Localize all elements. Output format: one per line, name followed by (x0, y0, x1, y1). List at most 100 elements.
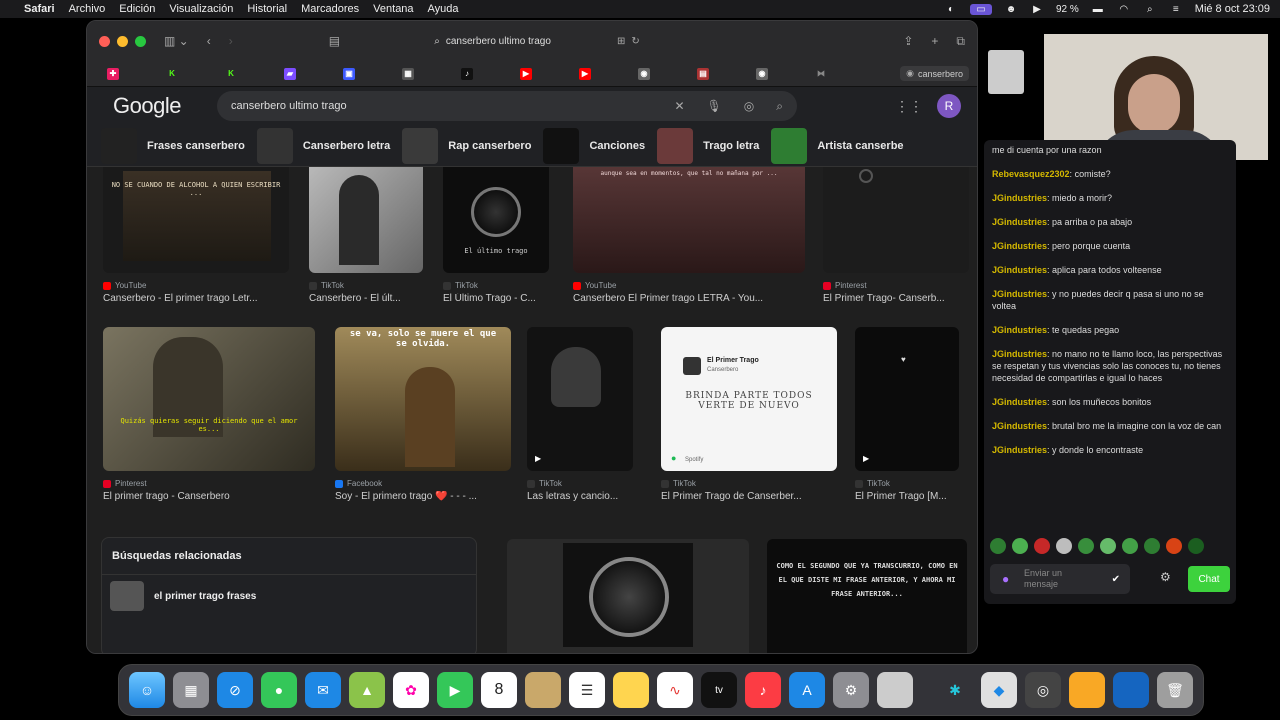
appstore-icon[interactable]: A (789, 672, 825, 708)
chat-input[interactable]: ● Enviar un mensaje ✔ (990, 564, 1130, 594)
chat-send-button[interactable]: Chat (1188, 566, 1230, 592)
roblox-icon[interactable]: ◆ (981, 672, 1017, 708)
safari-icon[interactable]: ⊘ (217, 672, 253, 708)
kick-2-icon[interactable]: K (225, 67, 237, 80)
favorite-5-icon[interactable]: ▣ (343, 67, 355, 80)
photos-icon[interactable]: ✿ (393, 672, 429, 708)
image-result[interactable]: COMO EL SEGUNDO QUE YA TRANSCURRIO, COMO… (767, 539, 967, 653)
notes-yellow-icon[interactable] (613, 672, 649, 708)
image-result[interactable]: TikTok Canserbero - El últ... (309, 167, 423, 304)
obs-status-icon[interactable]: ◐ (944, 4, 958, 15)
back-icon[interactable]: ‹ (207, 34, 211, 48)
chat-username[interactable]: JGindustries (992, 421, 1047, 431)
discord-status-icon[interactable]: ☻ (1004, 4, 1018, 15)
play-status-icon[interactable]: ▶ (1030, 4, 1044, 15)
control-center-icon[interactable]: ≡ (1169, 4, 1183, 15)
emote-icon[interactable] (1166, 538, 1182, 554)
chat-username[interactable]: JGindustries (992, 397, 1047, 407)
search-submit-icon[interactable]: ⌕ (776, 99, 783, 114)
zoom-button[interactable] (135, 35, 146, 47)
menu-historial[interactable]: Historial (247, 3, 287, 15)
image-result[interactable]: ♥ ▶ TikTok El Primer Trago [M... (855, 327, 959, 502)
image-result[interactable]: se va, solo se muere el que se olvida. F… (335, 327, 511, 502)
image-result[interactable]: Pinterest El Primer Trago- Canserb... (823, 167, 969, 304)
lens-icon[interactable]: ◎ (744, 99, 754, 114)
finder-icon[interactable]: ☺ (129, 672, 165, 708)
emote-icon[interactable] (1056, 538, 1072, 554)
chat-username[interactable]: JGindustries (992, 325, 1047, 335)
favorite-11-icon[interactable]: ▤ (697, 67, 709, 80)
translate-icon[interactable]: ⊞ (617, 36, 625, 47)
image-result[interactable] (507, 539, 749, 653)
trash-icon[interactable]: 🗑 (1157, 672, 1193, 708)
chip-letra[interactable]: Canserbero letra (256, 127, 390, 164)
minimize-button[interactable] (117, 35, 128, 47)
image-result[interactable]: El Primer Trago Canserbero BRINDA PARTE … (661, 327, 837, 502)
desktop-file-icon[interactable] (988, 50, 1024, 94)
reload-icon[interactable]: ↻ (631, 36, 639, 47)
calendar-icon[interactable]: 8 (481, 672, 517, 708)
messages-icon[interactable]: ● (261, 672, 297, 708)
chip-rap[interactable]: Rap canserbero (402, 127, 531, 164)
emote-icon[interactable] (1012, 538, 1028, 554)
mail-icon[interactable]: ✉ (305, 672, 341, 708)
chip-canciones[interactable]: Canciones (543, 127, 645, 164)
menu-ventana[interactable]: Ventana (373, 3, 413, 15)
folder-icon[interactable] (1069, 672, 1105, 708)
share-icon[interactable]: ⇪ (903, 34, 913, 49)
clear-icon[interactable]: ✕ (674, 99, 684, 114)
emote-icon[interactable] (1100, 538, 1116, 554)
youtube-2-icon[interactable]: ▶ (579, 67, 591, 80)
address-bar[interactable]: ⌕ canserbero ultimo trago ⊞ ↻ (367, 29, 707, 53)
gear-icon[interactable]: ⚙ (1160, 570, 1171, 584)
chrome-icon[interactable]: ◎ (1025, 672, 1061, 708)
image-result[interactable]: El último trago TikTok El Último Trago -… (443, 167, 549, 304)
chip-trago-letra[interactable]: Trago letra (657, 127, 759, 164)
youtube-icon[interactable]: ▶ (520, 67, 532, 80)
apps-grid-icon[interactable]: ⋮⋮ (895, 98, 923, 115)
image-result[interactable]: aunque sea en momentos, que tal no mañan… (573, 167, 805, 304)
screen-record-icon[interactable]: ▭ (969, 3, 992, 15)
freeform-icon[interactable]: ∿ (657, 672, 693, 708)
music-icon[interactable]: ♪ (745, 672, 781, 708)
preview-icon[interactable] (877, 672, 913, 708)
twitch-icon[interactable]: ▰ (284, 67, 296, 80)
appletv-icon[interactable]: tv (701, 672, 737, 708)
chat-check-icon[interactable]: ✔ (1112, 574, 1120, 585)
wifi-icon[interactable]: ◠ (1117, 4, 1131, 15)
chat-username[interactable]: JGindustries (992, 241, 1047, 251)
files-icon[interactable] (1113, 672, 1149, 708)
avatar[interactable]: R (937, 94, 961, 118)
menu-marcadores[interactable]: Marcadores (301, 3, 359, 15)
favorite-10-icon[interactable]: ◉ (638, 67, 650, 80)
emote-icon[interactable] (1034, 538, 1050, 554)
favorite-13-icon[interactable]: ⧓ (815, 67, 827, 80)
sidebar-icon[interactable]: ▥ ⌄ (164, 34, 189, 48)
chip-artista[interactable]: Artista canserbe (771, 127, 904, 164)
chat-username[interactable]: JGindustries (992, 217, 1047, 227)
clock[interactable]: Mié 8 oct 23:09 (1195, 3, 1270, 15)
menu-visualizacion[interactable]: Visualización (169, 3, 233, 15)
menu-ayuda[interactable]: Ayuda (428, 3, 459, 15)
chat-username[interactable]: JGindustries (992, 289, 1047, 299)
forward-icon[interactable]: › (229, 34, 233, 48)
obs-icon[interactable]: ✱ (937, 672, 973, 708)
menu-archivo[interactable]: Archivo (69, 3, 106, 15)
launchpad-icon[interactable]: ▦ (173, 672, 209, 708)
battery-icon[interactable]: ▬ (1091, 4, 1105, 15)
new-tab-icon[interactable]: + (931, 34, 938, 49)
favorite-6-icon[interactable]: ▦ (402, 67, 414, 80)
reader-icon[interactable]: ▤ (329, 34, 340, 48)
menu-safari[interactable]: Safari (24, 3, 55, 15)
image-result[interactable]: Quizás quieras seguir diciendo que el am… (103, 327, 315, 502)
tiktok-icon[interactable]: ♪ (461, 67, 473, 80)
emote-icon[interactable] (1122, 538, 1138, 554)
microphone-icon[interactable]: 🎙 (707, 99, 722, 114)
facetime-icon[interactable]: ▶ (437, 672, 473, 708)
menu-edicion[interactable]: Edición (119, 3, 155, 15)
chat-username[interactable]: JGindustries (992, 265, 1047, 275)
chat-emoji-icon[interactable]: ● (1002, 572, 1009, 586)
settings-icon[interactable]: ⚙ (833, 672, 869, 708)
maps-icon[interactable]: ▲ (349, 672, 385, 708)
chat-username[interactable]: JGindustries (992, 445, 1047, 455)
